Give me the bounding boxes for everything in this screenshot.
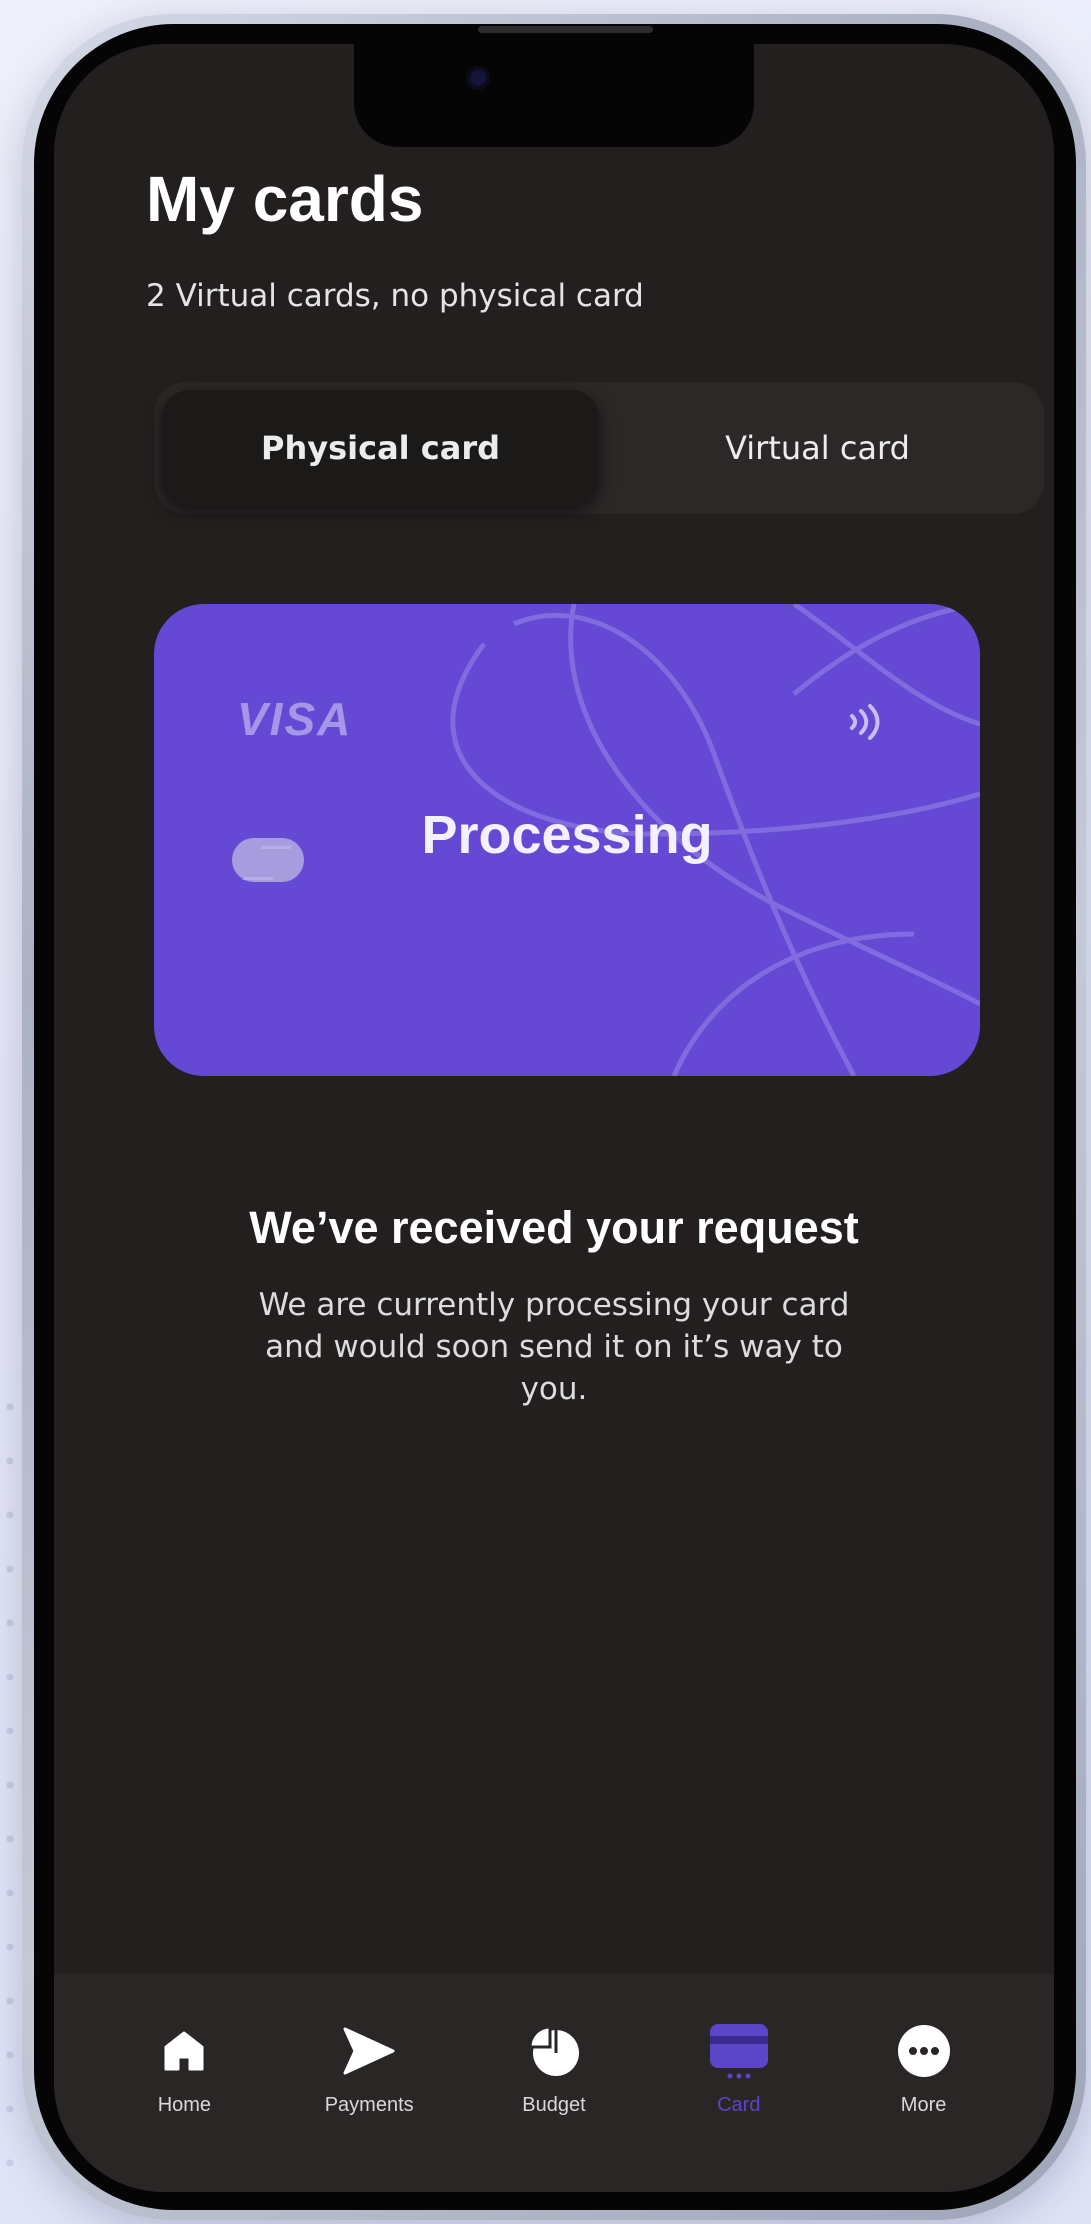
card-preview[interactable]: VISA Processing	[154, 604, 980, 1076]
notch	[354, 44, 754, 147]
camera-icon	[466, 66, 490, 90]
card-type-toggle: Physical card Virtual card	[154, 382, 1044, 514]
speaker-grille	[478, 26, 653, 33]
nav-more-label: More	[900, 2094, 947, 2116]
page-title: My cards	[146, 163, 424, 235]
contactless-icon	[850, 704, 880, 740]
nav-budget[interactable]: Budget	[474, 1974, 634, 2192]
tab-virtual-card[interactable]: Virtual card	[599, 390, 1036, 506]
card-status: Processing	[421, 805, 713, 865]
nav-payments-label: Payments	[324, 2094, 414, 2116]
bottom-nav: Home Payments Budget Card More	[54, 1974, 1054, 2192]
request-title: We’ve received your request	[249, 1202, 859, 1253]
nav-more[interactable]: More	[844, 1974, 1004, 2192]
nav-home-label: Home	[157, 2094, 212, 2116]
nav-budget-label: Budget	[522, 2094, 586, 2116]
nav-payments[interactable]: Payments	[289, 1974, 449, 2192]
nav-card[interactable]: Card	[659, 1974, 819, 2192]
background-dots	[0, 1380, 20, 2180]
more-icon	[893, 2020, 955, 2082]
phone-screen: My cards 2 Virtual cards, no physical ca…	[54, 44, 1054, 2192]
send-icon	[338, 2020, 400, 2082]
visa-logo: VISA	[237, 693, 353, 745]
tab-physical-card[interactable]: Physical card	[162, 390, 599, 506]
nav-home[interactable]: Home	[104, 1974, 264, 2192]
request-description: We are currently processing your card an…	[258, 1287, 850, 1407]
home-icon	[153, 2020, 215, 2082]
page-subtitle: 2 Virtual cards, no physical card	[146, 278, 644, 314]
pie-chart-icon	[523, 2020, 585, 2082]
card-icon	[708, 2020, 770, 2082]
nav-card-label: Card	[717, 2094, 761, 2116]
